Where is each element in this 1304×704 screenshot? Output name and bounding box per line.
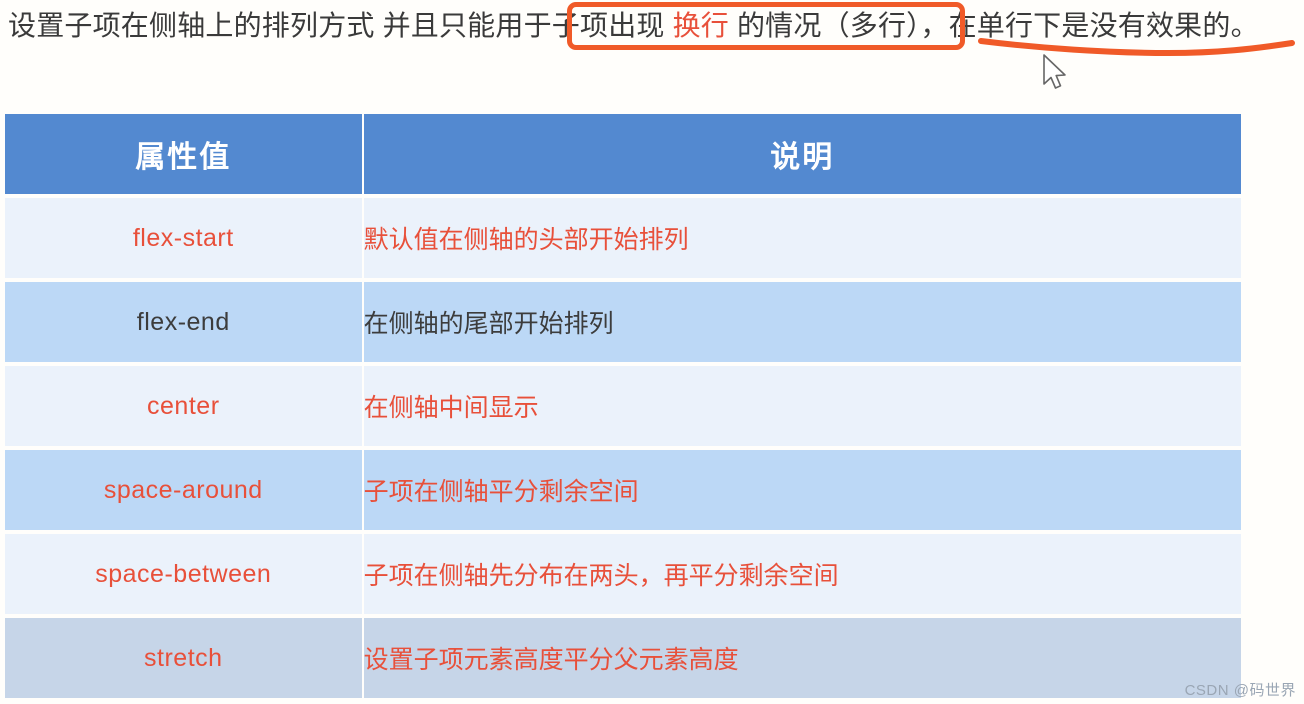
cell-description: 默认值在侧轴的头部开始排列 [363, 198, 1241, 278]
table-row: flex-end 在侧轴的尾部开始排列 [5, 282, 1241, 362]
cell-property-value: flex-start [5, 198, 362, 278]
table-header: 属性值 说明 [5, 114, 1241, 194]
table-row: stretch 设置子项元素高度平分父元素高度 [5, 618, 1241, 698]
headline-boxed-pre: 子项出现 [551, 10, 673, 41]
attribute-value-table: 属性值 说明 flex-start 默认值在侧轴的头部开始排列 flex-end… [3, 110, 1243, 702]
table-row: center 在侧轴中间显示 [5, 366, 1241, 446]
column-header-description: 说明 [363, 114, 1241, 194]
headline-area: 设置子项在侧轴上的排列方式 并且只能用于子项出现 换行 的情况（多行），在单行下… [0, 0, 1304, 100]
column-header-value: 属性值 [5, 114, 362, 194]
cell-property-value: space-between [5, 534, 362, 614]
mouse-pointer-icon [1043, 54, 1066, 89]
cell-description: 设置子项元素高度平分父元素高度 [363, 618, 1241, 698]
cell-property-value: space-around [5, 450, 362, 530]
table-row: flex-start 默认值在侧轴的头部开始排列 [5, 198, 1241, 278]
table-header-row: 属性值 说明 [5, 114, 1241, 194]
headline-boxed-highlight: 换行 [672, 10, 729, 41]
cell-description: 子项在侧轴先分布在两头，再平分剩余空间 [363, 534, 1241, 614]
table-row: space-around 子项在侧轴平分剩余空间 [5, 450, 1241, 530]
cell-property-value: center [5, 366, 362, 446]
page-headline: 设置子项在侧轴上的排列方式 并且只能用于子项出现 换行 的情况（多行），在单行下… [8, 6, 1300, 48]
headline-part1: 设置子项在侧轴上的排列方式 并且只能用于 [8, 10, 552, 41]
cell-property-value: stretch [5, 618, 362, 698]
cell-description: 在侧轴中间显示 [363, 366, 1241, 446]
cell-property-value: flex-end [5, 282, 362, 362]
cell-description: 子项在侧轴平分剩余空间 [363, 450, 1241, 530]
headline-boxed-post: 的情况（多行） [728, 10, 921, 41]
table-body: flex-start 默认值在侧轴的头部开始排列 flex-end 在侧轴的尾部… [5, 198, 1241, 698]
table-row: space-between 子项在侧轴先分布在两头，再平分剩余空间 [5, 534, 1241, 614]
cell-description: 在侧轴的尾部开始排列 [363, 282, 1241, 362]
headline-part2: ，在单行下是没有效果的。 [920, 10, 1259, 41]
